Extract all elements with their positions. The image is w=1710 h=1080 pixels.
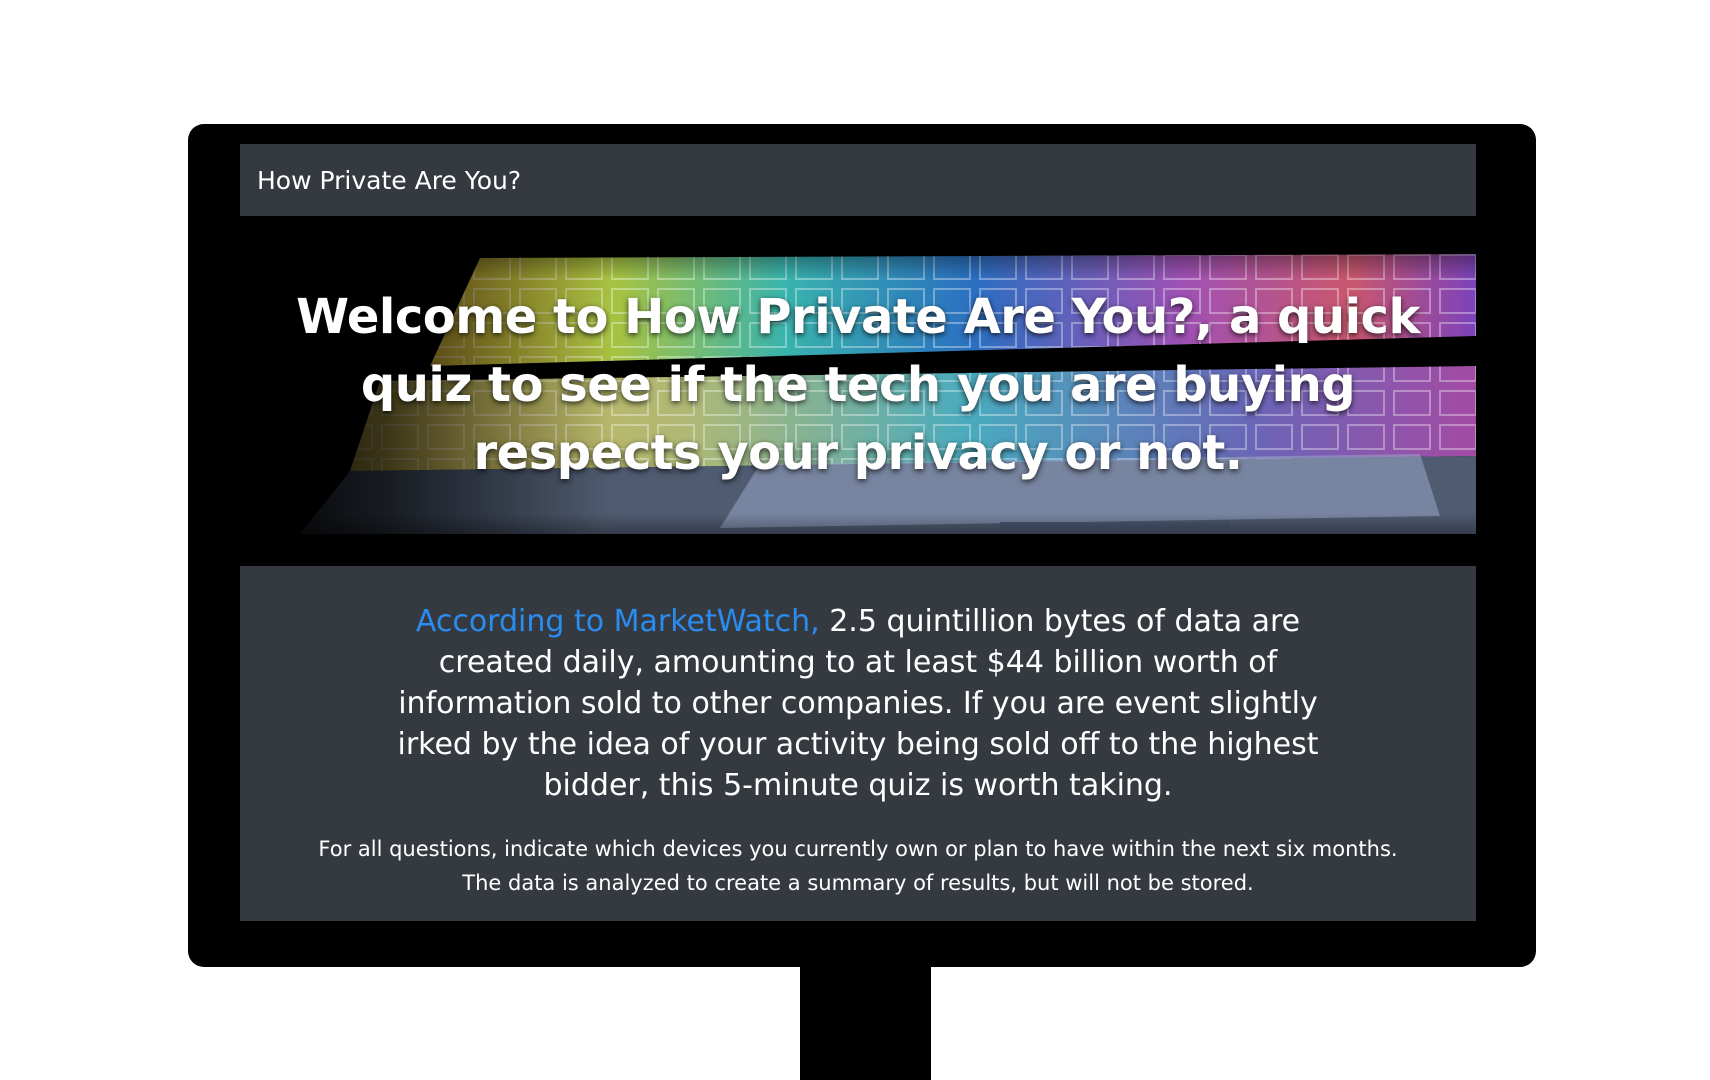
intro-section: According to MarketWatch, 2.5 quintillio…	[240, 566, 1476, 921]
navbar: How Private Are You?	[240, 144, 1476, 216]
instruction-line-1: For all questions, indicate which device…	[318, 837, 1398, 861]
navbar-brand[interactable]: How Private Are You?	[257, 166, 521, 195]
intro-lead: According to MarketWatch, 2.5 quintillio…	[380, 601, 1336, 806]
instruction-line-2: The data is analyzed to create a summary…	[462, 871, 1254, 895]
marketwatch-link[interactable]: According to MarketWatch,	[416, 604, 820, 639]
monitor-screen: How Private Are You? Welcome to How Priv…	[240, 144, 1476, 921]
hero-banner: Welcome to How Private Are You?, a quick…	[240, 216, 1476, 566]
monitor-stand	[800, 965, 931, 1080]
quiz-instructions: For all questions, indicate which device…	[300, 832, 1416, 900]
hero-title: Welcome to How Private Are You?, a quick…	[296, 289, 1420, 481]
